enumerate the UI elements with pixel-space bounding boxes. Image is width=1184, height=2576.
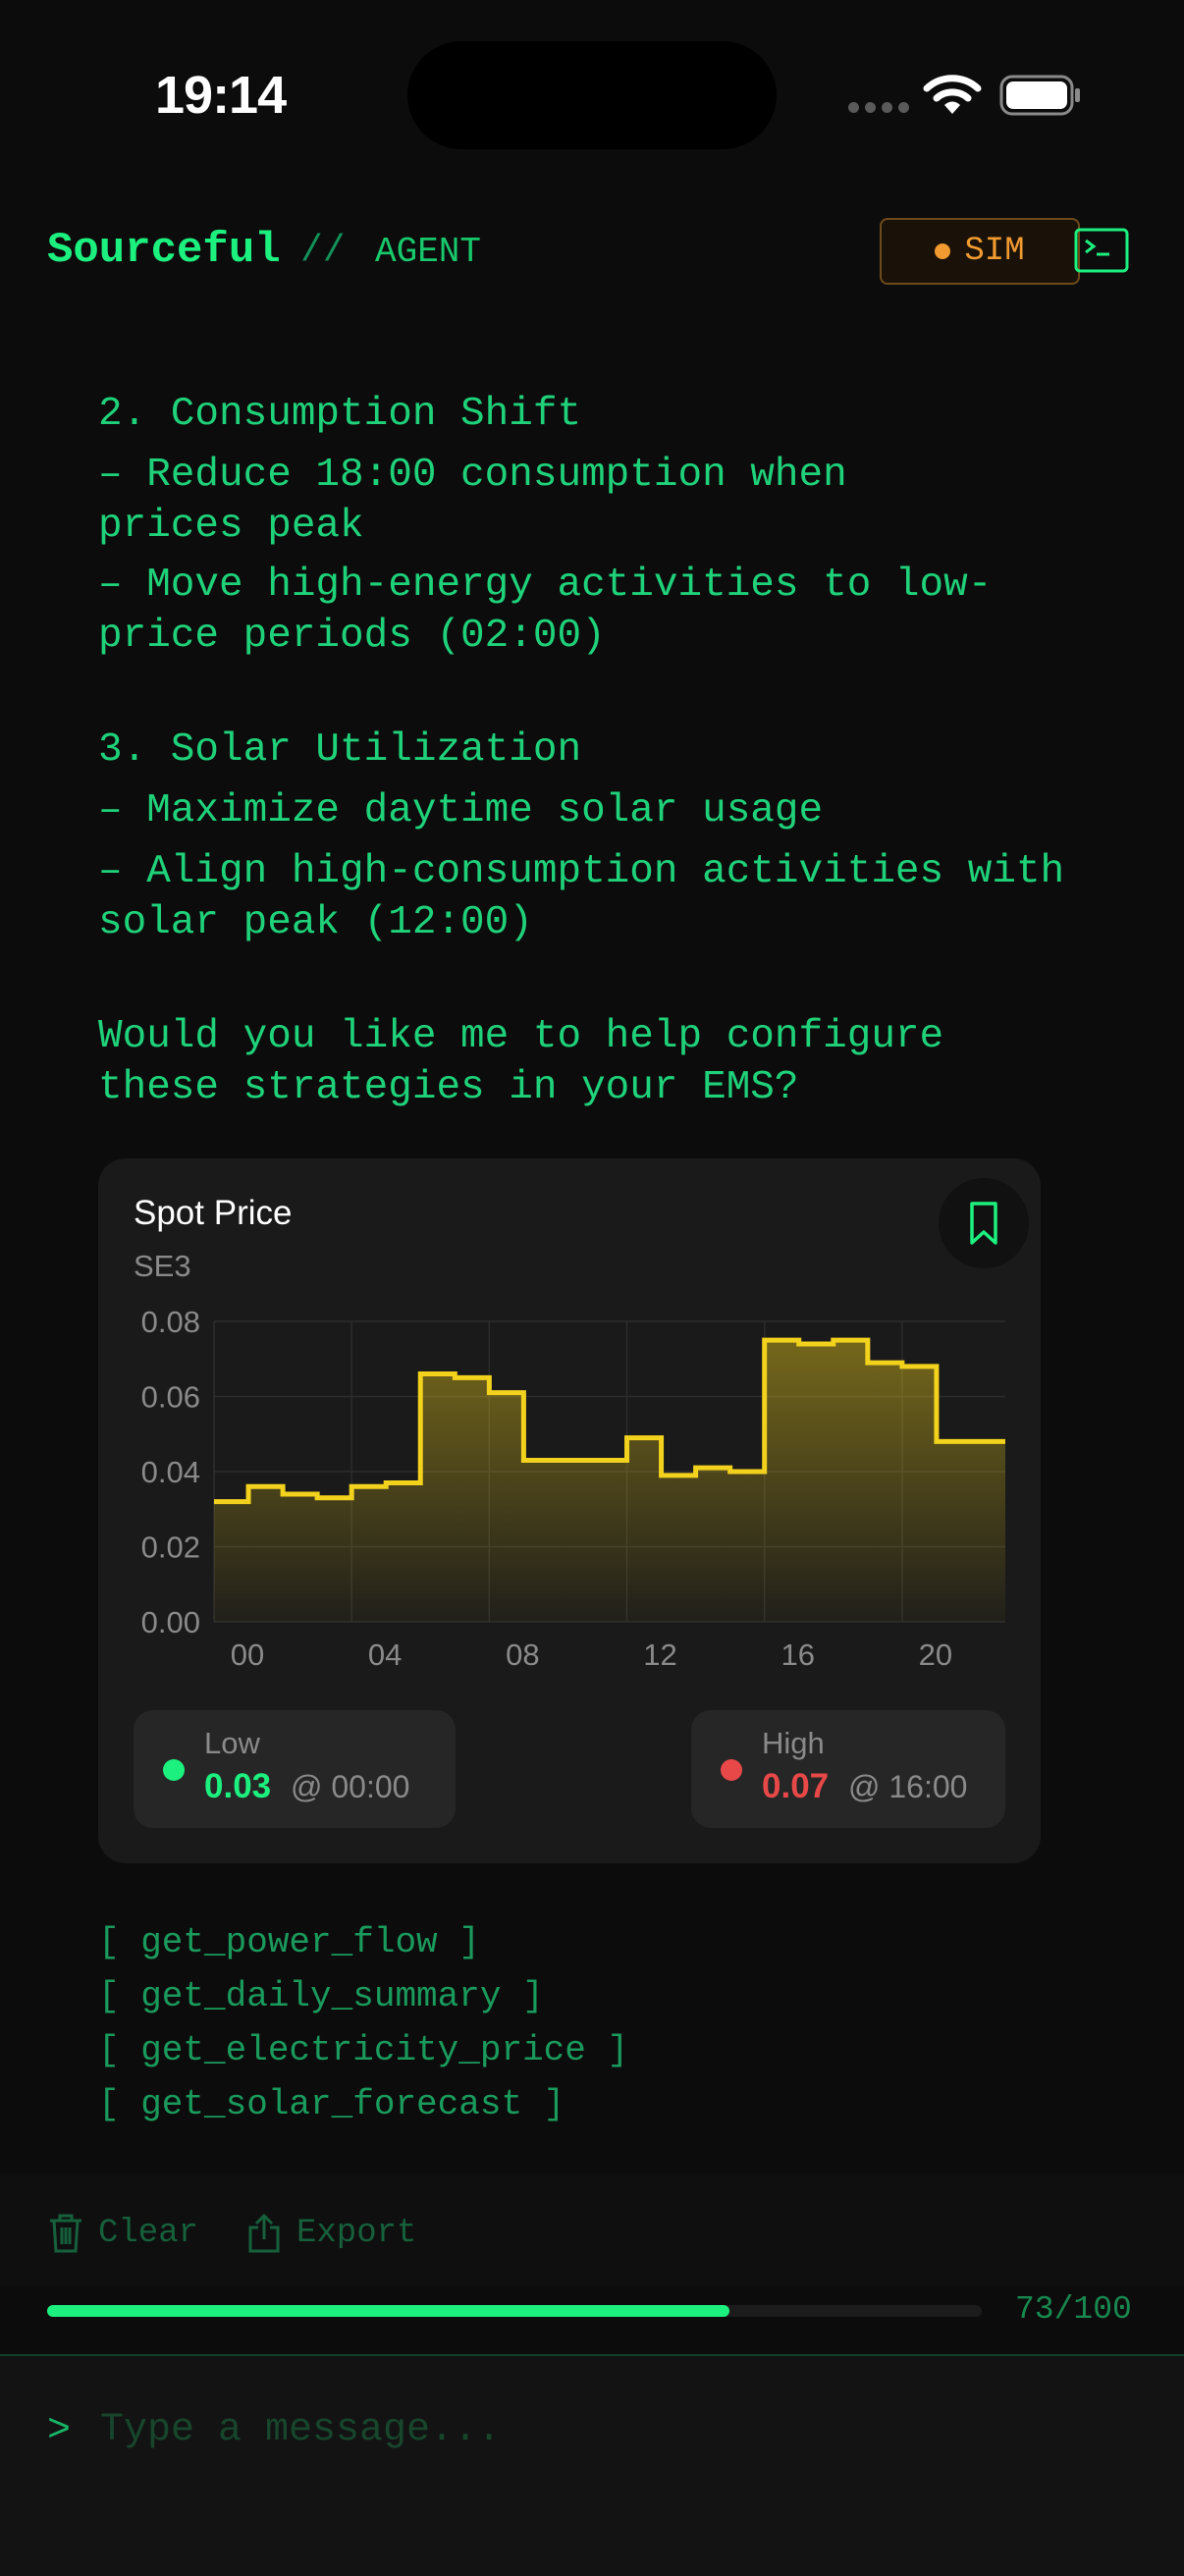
message-line: Would you like me to help configure <box>98 1014 944 1059</box>
high-time: @ 16:00 <box>848 1769 968 1804</box>
y-tick-label: 0.00 <box>141 1605 200 1639</box>
dynamic-island <box>407 41 777 149</box>
low-label: Low <box>204 1726 260 1760</box>
tool-call: [ get_solar_forecast ] <box>98 2084 565 2124</box>
usage-count: 73/100 <box>1015 2291 1132 2328</box>
message-line: – Align high-consumption activities with <box>98 849 1065 894</box>
wifi-icon <box>923 75 982 114</box>
low-indicator-dot <box>163 1759 185 1781</box>
low-price-stat: Low 0.03 @ 00:00 <box>134 1710 456 1828</box>
message-line: 3. Solar Utilization <box>98 727 582 773</box>
sim-status-dot <box>935 243 951 259</box>
trash-icon <box>50 2214 81 2253</box>
high-price-stat: High 0.07 @ 16:00 <box>691 1710 1005 1828</box>
tool-call: [ get_electricity_price ] <box>98 2030 629 2070</box>
message-line: solar peak (12:00) <box>98 900 533 945</box>
spot-price-chart: 0.08 0.06 0.04 0.02 0.00 00 04 08 12 16 20 <box>141 1305 1005 1672</box>
brand-subtitle: AGENT <box>375 232 482 272</box>
message-line: – Move high-energy activities to low- <box>98 563 993 608</box>
high-value: 0.07 <box>762 1767 830 1805</box>
message-line: – Reduce 18:00 consumption when <box>98 453 847 498</box>
y-tick-label: 0.02 <box>141 1530 200 1565</box>
y-tick-label: 0.06 <box>141 1380 200 1415</box>
high-label: High <box>762 1726 825 1760</box>
message-line: these strategies in your EMS? <box>98 1065 799 1110</box>
terminal-icon[interactable] <box>1074 228 1129 273</box>
status-time: 19:14 <box>155 66 287 125</box>
export-button[interactable]: Export <box>245 2213 416 2254</box>
brand-separator: // <box>300 230 346 272</box>
low-time: @ 00:00 <box>291 1769 410 1804</box>
message-line: 2. Consumption Shift <box>98 392 582 437</box>
message-composer: > <box>0 2354 1184 2576</box>
clear-button[interactable]: Clear <box>47 2213 198 2254</box>
sim-mode-label: SIM <box>964 233 1025 270</box>
message-input[interactable] <box>98 2399 1123 2460</box>
action-bar: Clear Export <box>0 2175 1184 2285</box>
usage-progress-bar <box>47 2305 982 2317</box>
x-tick-label: 00 <box>231 1637 264 1672</box>
brand-title: Sourceful <box>47 226 281 275</box>
spot-price-card: Spot Price SE3 0.08 0.06 0.04 0.02 0.00 00 04 0… <box>98 1158 1041 1863</box>
message-line: – Maximize daytime solar usage <box>98 788 824 833</box>
x-tick-label: 16 <box>780 1637 814 1672</box>
export-label: Export <box>296 2215 417 2252</box>
tool-call: [ get_power_flow ] <box>98 1922 480 1962</box>
message-line: prices peak <box>98 504 364 549</box>
battery-icon <box>999 75 1080 116</box>
high-indicator-dot <box>721 1759 742 1781</box>
x-tick-label: 12 <box>643 1637 676 1672</box>
usage-progress-fill <box>47 2305 729 2317</box>
y-tick-label: 0.08 <box>141 1305 200 1339</box>
low-value: 0.03 <box>204 1767 272 1805</box>
x-tick-label: 08 <box>506 1637 539 1672</box>
sim-mode-badge[interactable]: SIM <box>880 218 1080 285</box>
tool-call: [ get_daily_summary ] <box>98 1976 544 2016</box>
cellular-signal-icon <box>848 102 909 113</box>
clear-label: Clear <box>98 2215 199 2252</box>
y-tick-label: 0.04 <box>141 1455 200 1489</box>
message-line: price periods (02:00) <box>98 614 606 659</box>
prompt-symbol: > <box>47 2409 72 2453</box>
share-icon <box>248 2213 280 2253</box>
x-tick-label: 04 <box>368 1637 402 1672</box>
x-tick-label: 20 <box>919 1637 952 1672</box>
price-area <box>214 1340 1005 1622</box>
